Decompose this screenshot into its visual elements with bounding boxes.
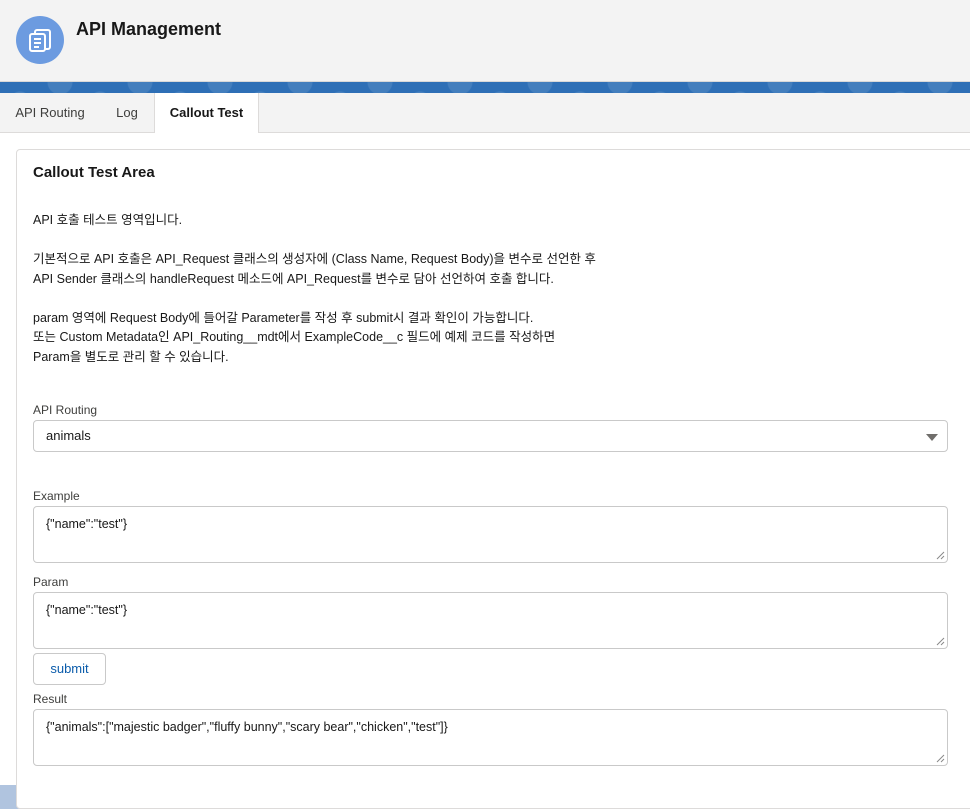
description-line: param 영역에 Request Body에 들어갈 Parameter를 작… (33, 310, 534, 325)
result-label: Result (33, 692, 68, 706)
caret-down-icon (926, 434, 938, 441)
result-textarea[interactable]: {"animals":["majestic badger","fluffy bu… (33, 709, 948, 766)
result-value: {"animals":["majestic badger","fluffy bu… (46, 720, 448, 734)
api-routing-value: animals (46, 428, 91, 443)
api-routing-select[interactable]: animals (33, 420, 948, 452)
card-title: Callout Test Area (33, 164, 155, 181)
description-line: API Sender 클래스의 handleRequest 메소드에 API_R… (33, 271, 554, 286)
header-banner (0, 82, 970, 93)
tab-bar: API Routing Log Callout Test (0, 93, 970, 133)
callout-test-card: Callout Test Area API 호출 테스트 영역입니다. 기본적으… (16, 149, 970, 809)
description-line: API 호출 테스트 영역입니다. (33, 213, 183, 227)
page-header: API Management (0, 0, 970, 82)
resize-handle-icon[interactable] (936, 754, 945, 763)
stacked-documents-icon (16, 16, 64, 64)
resize-handle-icon[interactable] (936, 551, 945, 560)
description-line: 또는 Custom Metadata인 API_Routing__mdt에서 E… (33, 330, 556, 344)
description: API 호출 테스트 영역입니다. 기본적으로 API 호출은 API_Requ… (33, 211, 933, 367)
resize-handle-icon[interactable] (936, 637, 945, 646)
param-textarea[interactable]: {"name":"test"} (33, 592, 948, 649)
page-title: API Management (76, 19, 222, 39)
tab-api-routing[interactable]: API Routing (0, 93, 100, 133)
description-line: 기본적으로 API 호출은 API_Request 클래스의 생성자에 (Cla… (33, 252, 596, 266)
example-value: {"name":"test"} (46, 517, 127, 531)
param-value: {"name":"test"} (46, 603, 127, 617)
api-routing-label: API Routing (33, 403, 98, 417)
description-line: Param을 별도로 관리 할 수 있습니다. (33, 349, 229, 364)
main-content: Callout Test Area API 호출 테스트 영역입니다. 기본적으… (0, 133, 970, 809)
example-textarea[interactable]: {"name":"test"} (33, 506, 948, 563)
tab-log[interactable]: Log (100, 93, 154, 133)
param-label: Param (33, 575, 69, 589)
submit-button[interactable]: submit (33, 653, 106, 685)
example-label: Example (33, 489, 80, 503)
tab-callout-test[interactable]: Callout Test (154, 93, 259, 133)
